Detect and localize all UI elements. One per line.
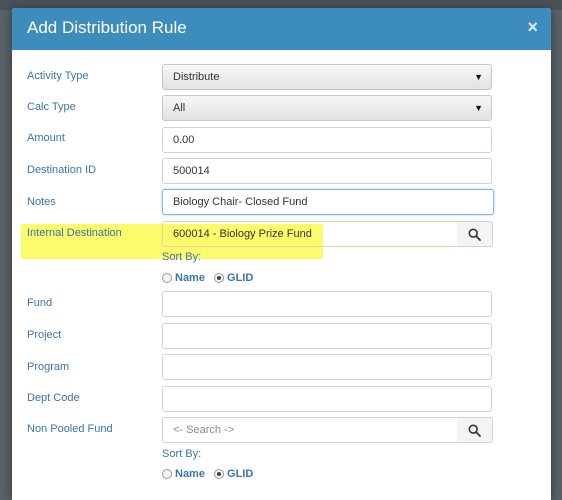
program-label: Program [27, 361, 70, 373]
calc-type-value: All [173, 102, 186, 114]
sort-by-name-label: Name [175, 272, 205, 284]
notes-input[interactable]: Biology Chair- Closed Fund [162, 189, 494, 215]
program-input[interactable] [162, 354, 492, 380]
sort-by-options-2: Name GLID [162, 468, 259, 480]
activity-type-value: Distribute [173, 71, 220, 83]
calc-type-select[interactable]: All ▼ [162, 95, 492, 121]
sort-by-options: Name GLID [162, 272, 259, 284]
fund-input[interactable] [162, 291, 492, 317]
non-pooled-fund-input[interactable]: <- Search -> [162, 417, 458, 443]
sort-by-name-option[interactable]: Name [162, 272, 205, 284]
amount-label: Amount [27, 132, 65, 144]
sort-by-label-2: Sort By: [162, 448, 202, 460]
non-pooled-fund-search-button[interactable] [457, 417, 493, 443]
sort-by-glid-label: GLID [227, 272, 254, 284]
search-icon [468, 228, 481, 241]
caret-down-icon: ▼ [474, 103, 483, 113]
close-icon[interactable]: × [527, 17, 538, 37]
calc-type-label: Calc Type [27, 101, 76, 113]
activity-type-select[interactable]: Distribute ▼ [162, 64, 492, 90]
radio-name[interactable] [162, 273, 172, 283]
project-label: Project [27, 329, 62, 341]
sort-by-glid-label-2: GLID [227, 468, 254, 480]
caret-down-icon: ▼ [474, 72, 483, 82]
dialog-header: Add Distribution Rule × [12, 8, 551, 50]
radio-glid[interactable] [214, 273, 225, 283]
internal-destination-input[interactable]: 600014 - Biology Prize Fund [162, 221, 458, 247]
sort-by-name-option-2[interactable]: Name [162, 468, 205, 480]
project-input[interactable] [162, 323, 492, 349]
search-icon [468, 424, 481, 437]
sort-by-label: Sort By: [162, 251, 202, 263]
dept-code-input[interactable] [162, 386, 492, 412]
radio-glid-2[interactable] [214, 469, 225, 479]
internal-destination-label: Internal Destination [27, 227, 122, 239]
sort-by-glid-option[interactable]: GLID [214, 272, 253, 284]
dept-code-label: Dept Code [27, 392, 80, 404]
fund-label: Fund [27, 297, 53, 309]
non-pooled-fund-label: Non Pooled Fund [27, 423, 113, 435]
add-distribution-rule-dialog: Add Distribution Rule × Activity Type Di… [12, 8, 551, 500]
dialog-title: Add Distribution Rule [27, 18, 187, 37]
notes-label: Notes [27, 196, 56, 208]
radio-name-2[interactable] [162, 469, 172, 479]
destination-id-input[interactable]: 500014 [162, 158, 492, 184]
destination-id-label: Destination ID [27, 164, 97, 176]
amount-input[interactable]: 0.00 [162, 127, 492, 153]
sort-by-name-label-2: Name [175, 468, 205, 480]
internal-destination-search-button[interactable] [457, 221, 493, 247]
sort-by-glid-option-2[interactable]: GLID [214, 468, 253, 480]
activity-type-label: Activity Type [27, 70, 89, 82]
